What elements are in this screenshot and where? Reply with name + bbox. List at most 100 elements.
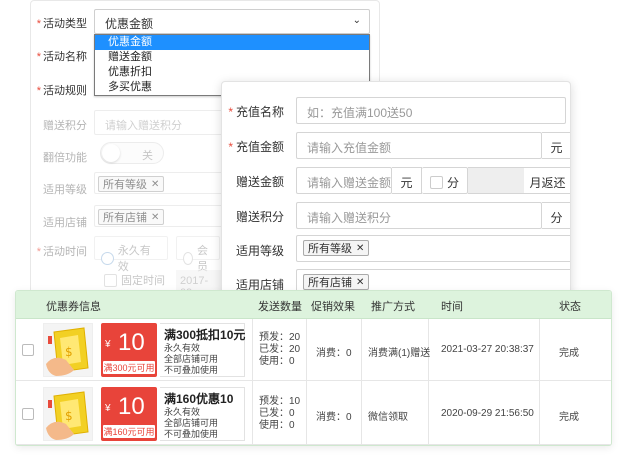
svg-text:$: $ xyxy=(65,345,73,359)
close-icon[interactable]: ✕ xyxy=(356,277,364,288)
coupon-hand-image-icon: $ xyxy=(46,327,89,376)
activity-type-select[interactable]: 优惠金额 ⌄ xyxy=(94,9,370,34)
type-row: * 活动类型 xyxy=(31,15,87,31)
qty-used: 使用：0 xyxy=(259,420,295,431)
checkbox-icon[interactable] xyxy=(430,176,443,189)
created-time: 2021-03-27 20:38:37 xyxy=(441,344,534,355)
chevron-down-icon: ⌄ xyxy=(352,15,361,26)
double-label: 翻倍功能 xyxy=(43,152,87,164)
table-row[interactable]: $ ¥ 10 满160元可用 满160优惠10 永久有效 全部店铺可用 不可叠加… xyxy=(16,383,611,445)
recharge-amount-label: * 充值金额 xyxy=(228,140,284,154)
promo-method: 微信领取 xyxy=(368,412,408,423)
coupon-info: 满300抵扣10元 永久有效 全部店铺可用 不可叠加使用 xyxy=(160,323,245,377)
currency-symbol: ¥ xyxy=(105,339,111,350)
level-row: 适用等级 xyxy=(31,181,87,197)
status-text: 完成 xyxy=(559,412,579,423)
gift-monthly-label: 月返还 xyxy=(524,167,570,194)
recharge-amount-input[interactable]: 请输入充值金额 xyxy=(296,132,542,159)
coupon-title: 满160优惠10 xyxy=(164,392,234,406)
close-icon[interactable]: ✕ xyxy=(356,243,364,254)
promo-method: 消费满(1)赠送 xyxy=(368,348,431,359)
radio-icon xyxy=(183,251,193,265)
close-icon[interactable]: ✕ xyxy=(151,179,159,190)
activity-type-value: 优惠金额 xyxy=(105,17,154,31)
back-store-select[interactable]: 所有店铺 ✕ xyxy=(94,205,224,227)
promo-effect: 消费：0 xyxy=(316,412,352,423)
toggle-knob xyxy=(102,144,120,162)
store-tag: 所有店铺 ✕ xyxy=(303,274,370,290)
gift-split-option[interactable]: 分 xyxy=(422,167,468,194)
header-info: 优惠券信息 xyxy=(46,301,101,313)
dropdown-option[interactable]: 赠送金额 xyxy=(95,50,369,65)
table-header: 优惠券信息 发送数量 促销效果 推广方式 时间 状态 xyxy=(16,291,611,319)
table-row[interactable]: $ ¥ 10 满300元可用 满300抵扣10元 永久有效 全部店铺可用 不可叠… xyxy=(16,319,611,381)
toggle-state: 关 xyxy=(142,150,153,162)
created-time: 2020-09-29 21:56:50 xyxy=(441,408,534,419)
store-row: 适用店铺 xyxy=(31,214,87,230)
points-unit: 分 xyxy=(542,202,570,229)
dropdown-option[interactable]: 优惠金额 xyxy=(95,35,369,50)
back-level-select[interactable]: 所有等级 ✕ xyxy=(94,172,224,194)
gift-months-input[interactable] xyxy=(468,167,524,194)
coupon-amount: 10 xyxy=(118,393,145,420)
send-quantity: 预发：10 已发：0 使用：0 xyxy=(259,396,300,432)
level-tag: 所有等级 ✕ xyxy=(303,240,370,256)
recharge-name-label: * 充值名称 xyxy=(228,105,284,119)
gift-amount-input[interactable]: 请输入赠送金额 xyxy=(296,167,392,194)
row-checkbox[interactable] xyxy=(22,408,34,420)
level-select[interactable]: 所有等级 ✕ xyxy=(296,235,570,262)
header-qty: 发送数量 xyxy=(258,301,302,313)
coupon-thumbnail: $ xyxy=(43,387,93,441)
coupon-hand-image-icon: $ xyxy=(46,391,89,440)
coupon-validity: 永久有效 xyxy=(164,407,201,417)
gift-points-input[interactable]: 请输入赠送积分 xyxy=(296,202,542,229)
header-method: 推广方式 xyxy=(371,301,415,313)
promo-effect: 消费：0 xyxy=(316,348,352,359)
coupon-ticket: ¥ 10 满300元可用 xyxy=(101,323,157,377)
time-fixed-label: 固定时间 xyxy=(121,275,165,287)
back-points-input[interactable]: 请输入赠送积分 xyxy=(94,110,224,135)
coupon-stacking: 不可叠加使用 xyxy=(164,429,219,439)
status-text: 完成 xyxy=(559,348,579,359)
time-member-option[interactable]: 会员 xyxy=(176,236,220,273)
coupon-thumbnail: $ xyxy=(43,323,93,377)
points-label: 赠送积分 xyxy=(43,120,87,132)
double-toggle[interactable]: 关 xyxy=(100,142,164,164)
close-icon[interactable]: ✕ xyxy=(151,212,159,223)
row-checkbox[interactable] xyxy=(22,344,34,356)
svg-text:$: $ xyxy=(65,409,73,423)
double-row: 翻倍功能 xyxy=(31,149,87,165)
time-permanent-option[interactable]: 永久有效 xyxy=(94,236,168,273)
recharge-name-input[interactable]: 如：充值满100送50 xyxy=(296,97,566,124)
type-label: * 活动类型 xyxy=(36,18,87,30)
time-label: * 活动时间 xyxy=(36,246,87,258)
currency-symbol: ¥ xyxy=(105,403,111,414)
time-fixed-option[interactable]: 固定时间 xyxy=(104,272,165,290)
time-date-input[interactable]: 2017-09 xyxy=(176,270,221,292)
name-label: * 活动名称 xyxy=(36,51,87,63)
header-time: 时间 xyxy=(441,301,463,313)
qty-sent: 已发：0 xyxy=(259,408,295,419)
level-label: 适用等级 xyxy=(43,184,87,196)
coupon-info: 满160优惠10 永久有效 全部店铺可用 不可叠加使用 xyxy=(160,387,245,441)
header-status: 状态 xyxy=(559,301,581,313)
gift-points-label: 赠送积分 xyxy=(235,210,284,224)
time-row: * 活动时间 xyxy=(31,243,87,259)
name-row: * 活动名称 xyxy=(31,48,87,64)
coupon-table: 优惠券信息 发送数量 促销效果 推广方式 时间 状态 $ ¥ 10 满300元可… xyxy=(15,290,612,446)
coupon-condition: 满300元可用 xyxy=(103,361,155,374)
checkbox-icon xyxy=(104,273,117,287)
rule-label: * 活动规则 xyxy=(36,85,87,97)
coupon-scope: 全部店铺可用 xyxy=(164,418,219,428)
gift-split-label: 分 xyxy=(447,176,460,190)
qty-sent: 已发：20 xyxy=(259,344,301,355)
qty-pre: 预发：10 xyxy=(259,396,301,407)
gift-amount-label: 赠送金额 xyxy=(235,175,284,189)
amount-unit: 元 xyxy=(542,132,570,159)
send-quantity: 预发：20 已发：20 使用：0 xyxy=(259,332,300,368)
dropdown-option[interactable]: 优惠折扣 xyxy=(95,65,369,80)
coupon-title: 满300抵扣10元 xyxy=(164,328,246,342)
coupon-scope: 全部店铺可用 xyxy=(164,354,219,364)
coupon-validity: 永久有效 xyxy=(164,343,201,353)
store-label: 适用店铺 xyxy=(43,217,87,229)
